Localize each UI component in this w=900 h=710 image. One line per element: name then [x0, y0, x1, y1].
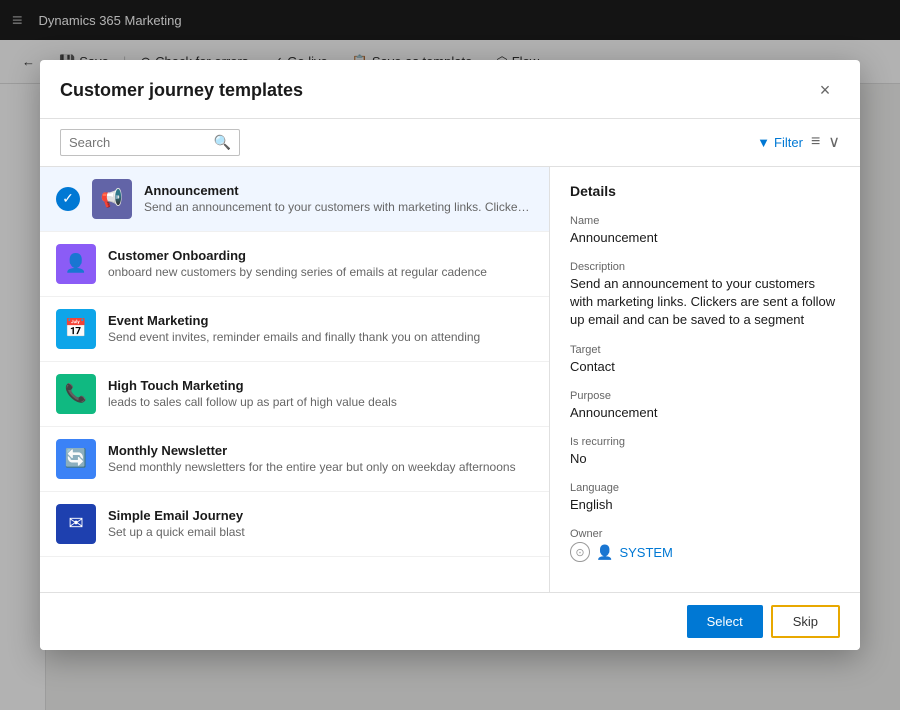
- skip-button[interactable]: Skip: [771, 605, 840, 638]
- search-input[interactable]: [69, 135, 208, 150]
- search-icon: 🔍: [214, 134, 231, 151]
- template-name: Event Marketing: [108, 313, 533, 328]
- purpose-value: Announcement: [570, 404, 840, 422]
- filter-button[interactable]: ▼ Filter: [757, 135, 803, 150]
- filter-area: ▼ Filter ≡ ∨: [757, 132, 840, 152]
- selected-check-icon: ✓: [56, 187, 80, 211]
- language-label: Language: [570, 482, 840, 494]
- search-box: 🔍: [60, 129, 240, 156]
- detail-name-field: Name Announcement: [570, 215, 840, 247]
- owner-row: ⊙ 👤 SYSTEM: [570, 542, 840, 562]
- sort-icon: ≡: [811, 133, 820, 151]
- owner-avatar-icon: ⊙: [570, 542, 590, 562]
- detail-owner-field: Owner ⊙ 👤 SYSTEM: [570, 528, 840, 562]
- detail-target-field: Target Contact: [570, 344, 840, 376]
- template-desc: leads to sales call follow up as part of…: [108, 395, 533, 409]
- template-name: Announcement: [144, 183, 533, 198]
- name-value: Announcement: [570, 229, 840, 247]
- details-panel: Details Name Announcement Description Se…: [550, 167, 860, 593]
- description-value: Send an announcement to your customers w…: [570, 275, 840, 330]
- person-icon: 👤: [596, 544, 613, 561]
- template-list: ✓ 📢 Announcement Send an announcement to…: [40, 167, 550, 593]
- template-text: Simple Email Journey Set up a quick emai…: [108, 508, 533, 539]
- list-item[interactable]: 📅 Event Marketing Send event invites, re…: [40, 297, 549, 362]
- template-text: Monthly Newsletter Send monthly newslett…: [108, 443, 533, 474]
- announcement-icon: 📢: [92, 179, 132, 219]
- template-desc: Send event invites, reminder emails and …: [108, 330, 533, 344]
- list-item[interactable]: 👤 Customer Onboarding onboard new custom…: [40, 232, 549, 297]
- detail-description-field: Description Send an announcement to your…: [570, 261, 840, 330]
- template-desc: onboard new customers by sending series …: [108, 265, 533, 279]
- list-item[interactable]: ✉ Simple Email Journey Set up a quick em…: [40, 492, 549, 557]
- onboarding-icon: 👤: [56, 244, 96, 284]
- purpose-label: Purpose: [570, 390, 840, 402]
- modal-body: ✓ 📢 Announcement Send an announcement to…: [40, 167, 860, 593]
- list-item[interactable]: 📞 High Touch Marketing leads to sales ca…: [40, 362, 549, 427]
- simple-icon: ✉: [56, 504, 96, 544]
- hightouch-icon: 📞: [56, 374, 96, 414]
- list-item[interactable]: 🔄 Monthly Newsletter Send monthly newsle…: [40, 427, 549, 492]
- recurring-value: No: [570, 450, 840, 468]
- modal-dialog: Customer journey templates × 🔍 ▼ Filter …: [40, 60, 860, 651]
- detail-recurring-field: Is recurring No: [570, 436, 840, 468]
- template-name: Monthly Newsletter: [108, 443, 533, 458]
- target-value: Contact: [570, 358, 840, 376]
- template-desc: Send an announcement to your customers w…: [144, 200, 533, 214]
- template-desc: Send monthly newsletters for the entire …: [108, 460, 533, 474]
- template-name: Customer Onboarding: [108, 248, 533, 263]
- modal-title: Customer journey templates: [60, 80, 303, 101]
- modal-search-bar: 🔍 ▼ Filter ≡ ∨: [40, 119, 860, 167]
- modal-footer: Select Skip: [40, 592, 860, 650]
- list-item[interactable]: ✓ 📢 Announcement Send an announcement to…: [40, 167, 549, 232]
- target-label: Target: [570, 344, 840, 356]
- modal-header: Customer journey templates ×: [40, 60, 860, 119]
- template-name: High Touch Marketing: [108, 378, 533, 393]
- owner-label: Owner: [570, 528, 840, 540]
- owner-name: SYSTEM: [619, 545, 672, 560]
- select-button[interactable]: Select: [687, 605, 763, 638]
- name-label: Name: [570, 215, 840, 227]
- detail-purpose-field: Purpose Announcement: [570, 390, 840, 422]
- template-text: Event Marketing Send event invites, remi…: [108, 313, 533, 344]
- detail-language-field: Language English: [570, 482, 840, 514]
- filter-icon: ▼: [757, 135, 770, 150]
- recurring-label: Is recurring: [570, 436, 840, 448]
- close-button[interactable]: ×: [810, 76, 840, 106]
- template-desc: Set up a quick email blast: [108, 525, 533, 539]
- modal-overlay: Customer journey templates × 🔍 ▼ Filter …: [0, 0, 900, 710]
- description-label: Description: [570, 261, 840, 273]
- template-text: High Touch Marketing leads to sales call…: [108, 378, 533, 409]
- event-icon: 📅: [56, 309, 96, 349]
- template-text: Customer Onboarding onboard new customer…: [108, 248, 533, 279]
- template-text: Announcement Send an announcement to you…: [144, 183, 533, 214]
- expand-icon: ∨: [828, 132, 840, 152]
- language-value: English: [570, 496, 840, 514]
- details-heading: Details: [570, 183, 840, 199]
- template-name: Simple Email Journey: [108, 508, 533, 523]
- newsletter-icon: 🔄: [56, 439, 96, 479]
